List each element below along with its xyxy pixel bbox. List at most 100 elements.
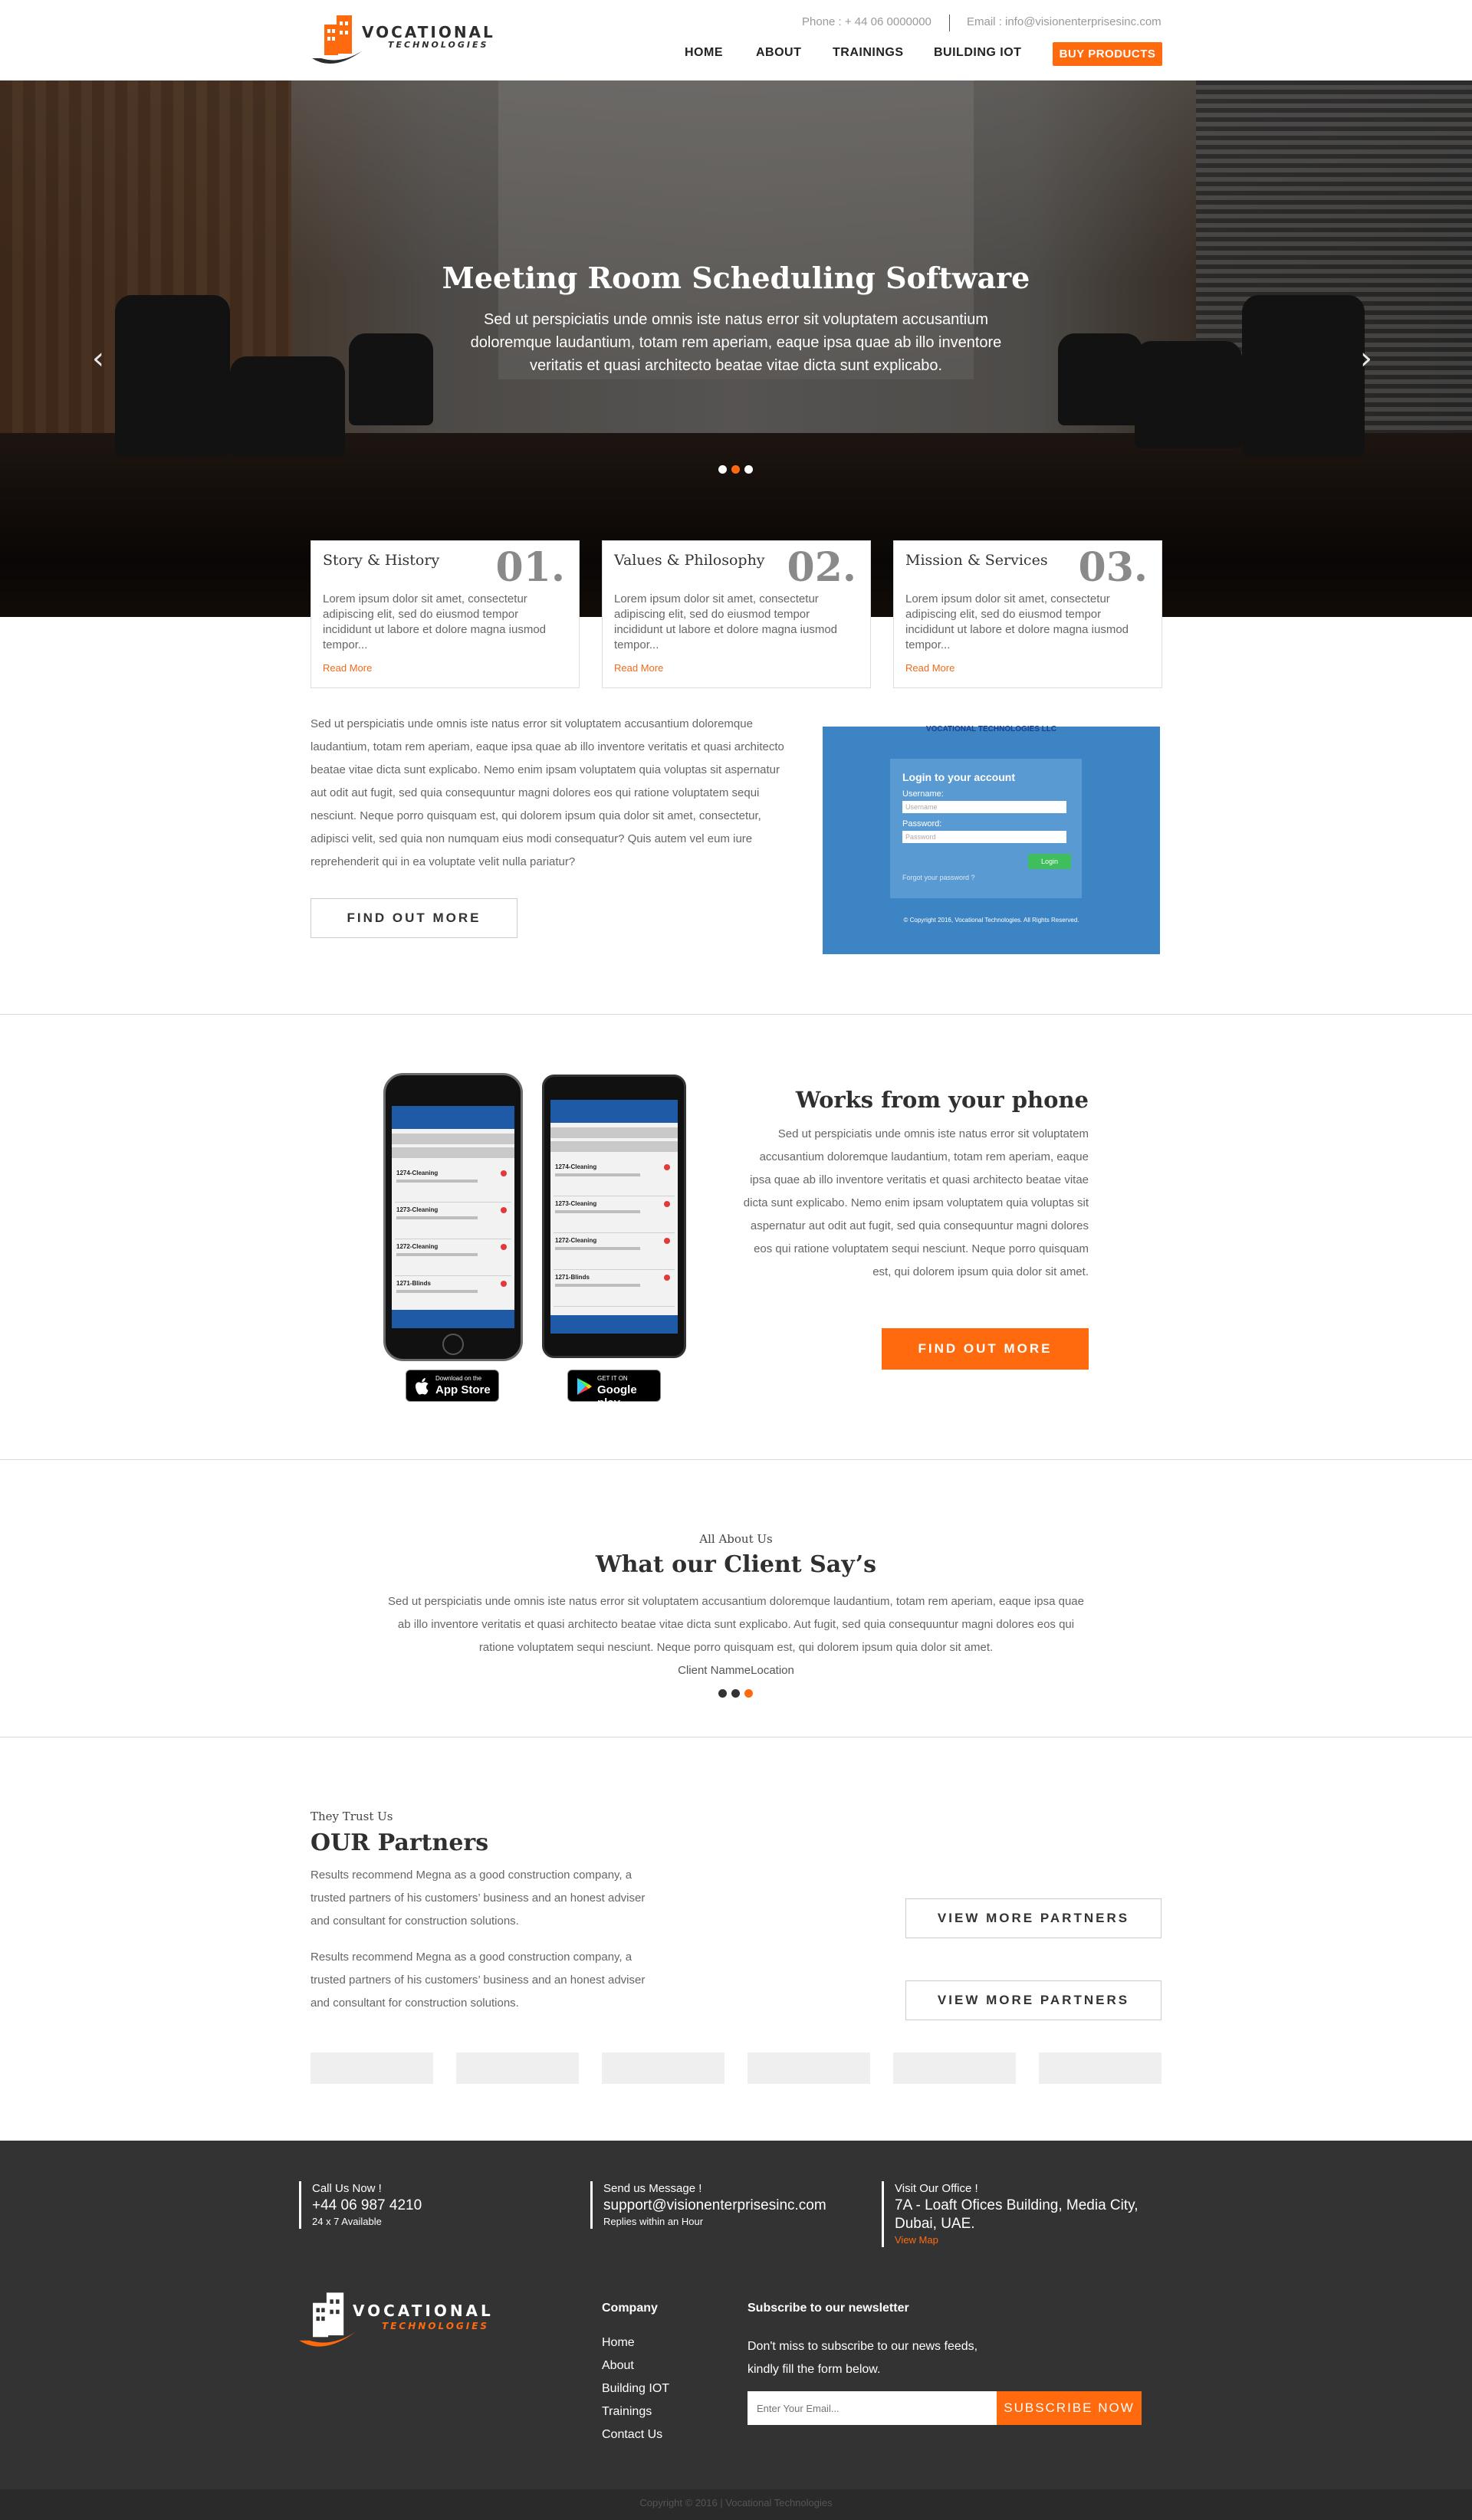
newsletter-heading: Subscribe to our newsletter (748, 2302, 909, 2315)
footer-call: Call Us Now ! +44 06 987 4210 24 x 7 Ava… (299, 2181, 422, 2229)
view-map-link[interactable]: View Map (895, 2233, 1138, 2247)
apple-icon (416, 1378, 429, 1395)
password-label: Password: (902, 819, 942, 829)
slider-dot-active[interactable] (731, 465, 740, 474)
view-more-partners-button[interactable]: VIEW MORE PARTNERS (905, 1898, 1162, 1938)
footer-logo-wordmark: VOCATIONAL (353, 2302, 494, 2320)
testimonial-quote: Sed ut perspiciatis unde omnis iste natu… (388, 1595, 1084, 1654)
nav-trainings[interactable]: TRAININGS (833, 46, 904, 60)
nav-home[interactable]: HOME (685, 46, 723, 60)
password-field: Password (902, 831, 1066, 843)
partner-logo[interactable] (893, 2052, 1016, 2084)
footer-link-about[interactable]: About (602, 2359, 634, 2373)
login-screenshot-header: VOCATIONAL TECHNOLOGIES LLC (925, 725, 1057, 733)
building-logo-icon[interactable] (297, 2287, 357, 2353)
logo-tagline: TECHNOLOGIES (388, 40, 489, 50)
slider-dot[interactable] (744, 465, 753, 474)
login-title: Login to your account (902, 771, 1015, 783)
newsletter-text: Don't miss to subscribe to our news feed… (748, 2340, 978, 2376)
partner-logo[interactable] (748, 2052, 870, 2084)
site-header: VOCATIONAL TECHNOLOGIES Phone : + 44 06 … (0, 0, 1472, 80)
feature-number: 01. (495, 544, 565, 591)
nav-about[interactable]: ABOUT (756, 46, 801, 60)
partner-logo[interactable] (1039, 2052, 1162, 2084)
forgot-password-link: Forgot your password ? (902, 874, 975, 881)
find-out-more-button[interactable]: FIND OUT MORE (310, 898, 518, 938)
header-email[interactable]: Email : info@visionenterprisesinc.com (967, 15, 1162, 28)
footer-link-home[interactable]: Home (602, 2336, 635, 2350)
app-store-badge[interactable]: Download on the App Store (406, 1370, 499, 1402)
feature-body: Lorem ipsum dolor sit amet, consectetur … (323, 592, 547, 651)
partner-logo[interactable] (310, 2052, 433, 2084)
partner-logo[interactable] (602, 2052, 724, 2084)
slider-dot[interactable] (718, 465, 727, 474)
login-button: Login (1028, 854, 1071, 869)
hero-title: Meeting Room Scheduling Software (442, 261, 1030, 295)
newsletter-email-input[interactable] (748, 2391, 997, 2425)
partners-kicker: They Trust Us (310, 1810, 393, 1823)
chevron-left-icon[interactable]: ‹ (92, 341, 104, 376)
testimonials-title: What our Client Say’s (595, 1551, 877, 1578)
home-button-icon (442, 1334, 464, 1355)
find-out-more-button[interactable]: FIND OUT MORE (882, 1328, 1089, 1370)
footer-company-heading: Company (602, 2302, 658, 2315)
footer-phone-number[interactable]: +44 06 987 4210 (312, 2197, 422, 2215)
partner-logo[interactable] (456, 2052, 579, 2084)
header-phone: Phone : + 44 06 0000000 (802, 15, 932, 28)
login-screenshot: VOCATIONAL TECHNOLOGIES LLC Login to you… (823, 725, 1160, 954)
testimonial-client: Client NammeLocation (678, 1664, 794, 1677)
iphone-mockup: 1274-Cleaning 1273-Cleaning 1272-Cleanin… (383, 1073, 523, 1361)
feature-card-values: Values & Philosophy 02. Lorem ipsum dolo… (602, 540, 871, 688)
feature-body: Lorem ipsum dolor sit amet, consectetur … (614, 592, 838, 651)
phone-screen: 1274-Cleaning 1273-Cleaning 1272-Cleanin… (392, 1106, 514, 1328)
section-divider (0, 1014, 1472, 1015)
phone-screen: 1274-Cleaning 1273-Cleaning 1272-Cleanin… (550, 1100, 678, 1334)
feature-number: 03. (1078, 544, 1148, 591)
feature-card-story: Story & History 01. Lorem ipsum dolor si… (310, 540, 580, 688)
phones-paragraph: Sed ut perspiciatis unde omnis iste natu… (743, 1127, 1089, 1278)
nav-building-iot[interactable]: BUILDING IOT (934, 46, 1021, 60)
feature-title: Mission & Services (905, 552, 1048, 569)
login-copyright: © Copyright 2016, Vocational Technologie… (903, 917, 1079, 924)
testimonials-kicker: All About Us (699, 1532, 773, 1546)
footer-office: Visit Our Office ! 7A - Loaft Ofices Bui… (882, 2181, 1138, 2247)
partners-paragraph: Results recommend Megna as a good constr… (310, 1951, 646, 2010)
partners-paragraph: Results recommend Megna as a good constr… (310, 1869, 646, 1928)
read-more-link[interactable]: Read More (614, 662, 663, 674)
feature-body: Lorem ipsum dolor sit amet, consectetur … (905, 592, 1129, 651)
footer-link-building-iot[interactable]: Building IOT (602, 2382, 669, 2396)
testimonial-dot[interactable] (731, 1689, 740, 1698)
feature-number: 02. (787, 544, 856, 591)
google-play-badge[interactable]: GET IT ON Google play (567, 1370, 661, 1409)
feature-title: Values & Philosophy (614, 552, 765, 569)
chevron-right-icon[interactable]: › (1360, 341, 1372, 376)
building-logo-icon[interactable] (310, 11, 364, 69)
buy-products-button[interactable]: BUY PRODUCTS (1053, 42, 1162, 66)
footer-logo-tagline: TECHNOLOGIES (382, 2321, 490, 2331)
subscribe-button[interactable]: SUBSCRIBE NOW (997, 2391, 1142, 2425)
view-more-partners-button[interactable]: VIEW MORE PARTNERS (905, 1980, 1162, 2020)
testimonial-dot-active[interactable] (744, 1689, 753, 1698)
hero-subtitle: Sed ut perspiciatis unde omnis iste natu… (470, 311, 1002, 374)
read-more-link[interactable]: Read More (905, 662, 955, 674)
intro-paragraph: Sed ut perspiciatis unde omnis iste natu… (310, 717, 784, 868)
hero-slider: Meeting Room Scheduling Software Sed ut … (0, 80, 1472, 617)
feature-card-mission: Mission & Services 03. Lorem ipsum dolor… (893, 540, 1162, 688)
section-divider (0, 1459, 1472, 1460)
phones-title: Works from your phone (795, 1087, 1089, 1113)
logo-wordmark[interactable]: VOCATIONAL (362, 23, 495, 41)
footer-link-contact[interactable]: Contact Us (602, 2428, 662, 2442)
login-panel: Login to your account Username: Username… (890, 759, 1082, 898)
username-field: Username (902, 801, 1066, 813)
read-more-link[interactable]: Read More (323, 662, 372, 674)
footer-link-trainings[interactable]: Trainings (602, 2405, 652, 2419)
feature-title: Story & History (323, 552, 440, 569)
footer-email[interactable]: support@visionenterprisesinc.com (603, 2197, 826, 2215)
android-mockup: 1274-Cleaning 1273-Cleaning 1272-Cleanin… (542, 1075, 686, 1358)
footer-message: Send us Message ! support@visionenterpri… (590, 2181, 826, 2229)
username-label: Username: (902, 789, 944, 799)
google-play-icon (577, 1378, 592, 1395)
footer-copyright: Copyright © 2016 | Vocational Technologi… (639, 2497, 833, 2509)
partners-title: OUR Partners (310, 1829, 489, 1856)
testimonial-dot[interactable] (718, 1689, 727, 1698)
